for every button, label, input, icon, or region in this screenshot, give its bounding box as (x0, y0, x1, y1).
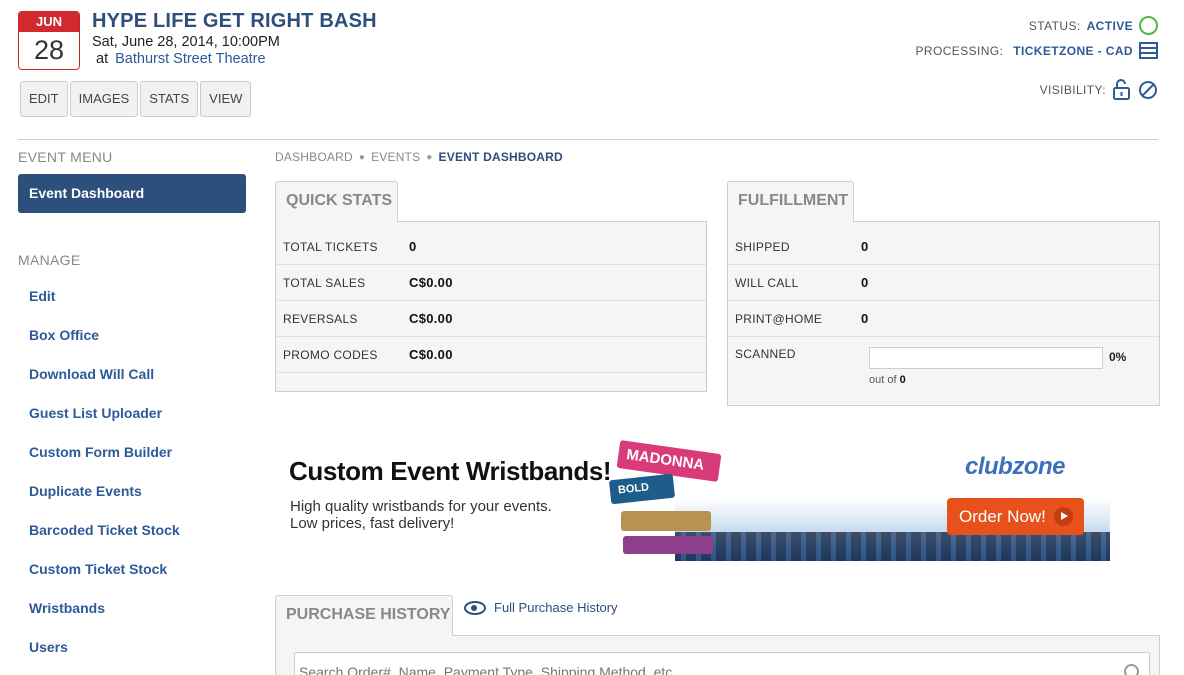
stat-label: REVERSALS (283, 311, 358, 326)
purchase-search-input[interactable] (294, 652, 1150, 675)
status-active-icon[interactable] (1139, 16, 1158, 35)
stat-label: PRINT@HOME (735, 311, 823, 326)
event-day: 28 (33, 35, 65, 65)
event-venue-line: at Bathurst Street Theatre (96, 51, 266, 67)
banner-subtitle: High quality wristbands for your events.… (290, 498, 552, 532)
venue-link[interactable]: Bathurst Street Theatre (115, 51, 265, 67)
wristband-ad-banner[interactable]: Custom Event Wristbands! High quality wr… (275, 437, 1110, 561)
stat-value: 0 (861, 239, 869, 254)
stat-label: WILL CALL (735, 275, 799, 290)
stat-label: PROMO CODES (283, 347, 378, 362)
sidebar-item-custom-form-builder[interactable]: Custom Form Builder (29, 443, 180, 482)
event-datetime: Sat, June 28, 2014, 10:00PM (92, 34, 280, 50)
header-divider (18, 139, 1158, 140)
out-of-text: out of (869, 374, 897, 386)
visibility-label: VISIBILITY: (1039, 83, 1106, 97)
event-action-tabs: EDIT IMAGES STATS VIEW (20, 81, 252, 117)
banner-line-2: Low prices, fast delivery! (290, 515, 455, 532)
scanned-progress-bar (869, 347, 1103, 369)
sidebar-item-edit[interactable]: Edit (29, 287, 180, 326)
stat-value: 0 (861, 275, 869, 290)
processing-label: PROCESSING: (915, 43, 1004, 58)
eye-icon (464, 600, 486, 615)
event-title: HYPE LIFE GET RIGHT BASH (92, 10, 377, 32)
stat-row-will-call: WILL CALL 0 (728, 265, 1159, 301)
images-tab-button[interactable]: IMAGES (69, 81, 139, 117)
quick-stats-panel: TOTAL TICKETS 0 TOTAL SALES C$0.00 REVER… (275, 221, 707, 392)
stat-label: TOTAL SALES (283, 275, 366, 290)
order-now-label: Order Now! (959, 507, 1046, 526)
banner-line-1: High quality wristbands for your events. (290, 498, 552, 515)
stat-row-print-at-home: PRINT@HOME 0 (728, 301, 1159, 337)
full-purchase-history-label: Full Purchase History (494, 600, 618, 615)
clubzone-logo: clubzone (965, 453, 1066, 480)
crowd-silhouette-image (675, 532, 1110, 561)
sidebar-item-barcoded-ticket-stock[interactable]: Barcoded Ticket Stock (29, 521, 180, 560)
status-value[interactable]: ACTIVE (1087, 19, 1133, 33)
sidebar-item-download-will-call[interactable]: Download Will Call (29, 365, 180, 404)
venue-at: at (96, 51, 109, 67)
breadcrumb-event-dashboard: EVENT DASHBOARD (438, 150, 563, 164)
edit-tab-button[interactable]: EDIT (20, 81, 68, 117)
sidebar-item-users[interactable]: Users (29, 638, 180, 675)
processing-row: PROCESSING: TICKETZONE - CAD (916, 42, 1158, 59)
stat-value: C$0.00 (409, 275, 453, 290)
play-icon (1054, 507, 1073, 526)
breadcrumb: DASHBOARD ● EVENTS ● EVENT DASHBOARD (275, 150, 563, 164)
full-purchase-history-link[interactable]: Full Purchase History (464, 600, 618, 615)
sidebar-item-event-dashboard[interactable]: Event Dashboard (18, 174, 246, 213)
banner-title: Custom Event Wristbands! (289, 456, 612, 486)
stat-value: C$0.00 (409, 347, 453, 362)
stat-row-total-tickets: TOTAL TICKETS 0 (276, 229, 706, 265)
stat-row-promo-codes: PROMO CODES C$0.00 (276, 337, 706, 373)
stat-value: 0 (861, 311, 869, 326)
breadcrumb-separator-icon: ● (358, 151, 366, 163)
event-month: JUN (19, 12, 79, 32)
purchase-history-tab: PURCHASE HISTORY (275, 595, 453, 636)
quick-stats-tab: QUICK STATS (275, 181, 398, 222)
search-icon[interactable] (1124, 664, 1139, 675)
sidebar-item-wristbands[interactable]: Wristbands (29, 599, 180, 638)
stat-label: TOTAL TICKETS (283, 239, 378, 254)
scanned-out-of: out of 0 (869, 374, 906, 386)
stat-row-shipped: SHIPPED 0 (728, 229, 1159, 265)
stat-value: 0 (409, 239, 417, 254)
sidebar-item-custom-ticket-stock[interactable]: Custom Ticket Stock (29, 560, 180, 599)
stats-tab-button[interactable]: STATS (140, 81, 199, 117)
unlock-icon[interactable] (1112, 79, 1132, 101)
stat-value: C$0.00 (409, 311, 453, 326)
manage-heading: MANAGE (18, 252, 81, 268)
breadcrumb-events[interactable]: EVENTS (371, 150, 420, 164)
processing-menu-icon[interactable] (1139, 42, 1158, 59)
sidebar-manage-list: Edit Box Office Download Will Call Guest… (29, 287, 180, 675)
stat-row-total-sales: TOTAL SALES C$0.00 (276, 265, 706, 301)
status-label: STATUS: (1028, 18, 1081, 33)
stat-label: SHIPPED (735, 239, 790, 254)
hidden-icon[interactable] (1138, 80, 1158, 100)
out-of-value: 0 (899, 374, 906, 386)
processing-value[interactable]: TICKETZONE - CAD (1013, 44, 1133, 58)
breadcrumb-dashboard[interactable]: DASHBOARD (275, 150, 353, 164)
wristband-image (621, 511, 711, 531)
visibility-row: VISIBILITY: (1040, 79, 1158, 101)
scanned-percent: 0% (1109, 350, 1127, 364)
event-date-badge: JUN 28 (18, 11, 80, 70)
event-menu-heading: EVENT MENU (18, 149, 113, 165)
order-now-button[interactable]: Order Now! (947, 498, 1084, 535)
sidebar-item-guest-list-uploader[interactable]: Guest List Uploader (29, 404, 180, 443)
fulfillment-panel: SHIPPED 0 WILL CALL 0 PRINT@HOME 0 SCANN… (727, 221, 1160, 406)
view-tab-button[interactable]: VIEW (200, 81, 252, 117)
fulfillment-tab: FULFILLMENT (727, 181, 854, 222)
breadcrumb-separator-icon: ● (426, 151, 433, 163)
wristband-image (623, 536, 713, 554)
stat-row-reversals: REVERSALS C$0.00 (276, 301, 706, 337)
stat-label: SCANNED (735, 347, 796, 361)
wristband-image: BOLD (608, 473, 676, 505)
sidebar-item-box-office[interactable]: Box Office (29, 326, 180, 365)
status-row: STATUS: ACTIVE (1029, 16, 1158, 35)
sidebar-item-duplicate-events[interactable]: Duplicate Events (29, 482, 180, 521)
